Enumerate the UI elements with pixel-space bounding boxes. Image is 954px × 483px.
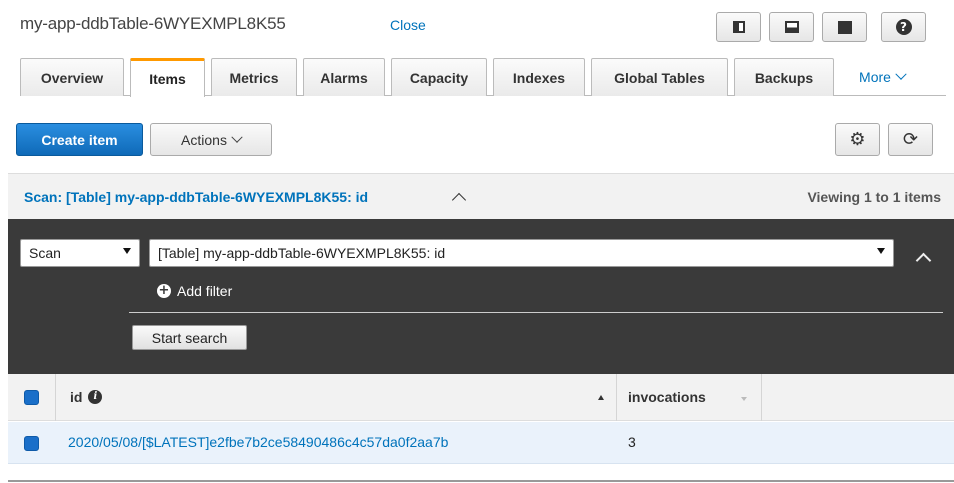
dropdown-arrow-icon	[877, 248, 885, 254]
tab-capacity[interactable]: Capacity	[391, 58, 487, 96]
viewing-count: Viewing 1 to 1 items	[807, 189, 941, 205]
tab-more-label: More	[859, 69, 891, 85]
column-header-invocations-label: invocations	[628, 389, 706, 405]
table-bottom-border	[8, 480, 954, 482]
tab-alarms[interactable]: Alarms	[303, 58, 385, 96]
tab-bar: Overview Items Metrics Alarms Capacity I…	[20, 58, 946, 97]
fullscreen-icon	[837, 20, 852, 34]
column-divider	[616, 374, 617, 421]
split-vertical-icon	[732, 21, 745, 33]
actions-button[interactable]: Actions	[150, 123, 272, 156]
chevron-down-icon	[895, 68, 907, 80]
split-vertical-button[interactable]	[716, 12, 761, 42]
column-header-id-label: id	[70, 389, 83, 405]
tab-overview[interactable]: Overview	[20, 58, 124, 96]
column-divider	[761, 374, 762, 421]
column-divider	[55, 374, 56, 421]
scan-mode-value: Scan	[29, 245, 61, 261]
split-horizontal-button[interactable]	[769, 12, 814, 42]
tab-metrics[interactable]: Metrics	[211, 58, 297, 96]
row-checkbox[interactable]	[24, 436, 39, 451]
add-filter-label: Add filter	[177, 283, 233, 299]
chevron-up-icon[interactable]	[451, 192, 467, 208]
column-header-id[interactable]: id i	[70, 389, 103, 405]
table-header: id i invocations	[8, 374, 954, 421]
divider	[129, 312, 943, 313]
create-item-button[interactable]: Create item	[16, 123, 143, 156]
add-filter-button[interactable]: + Add filter	[157, 283, 232, 299]
invocations-cell: 3	[628, 434, 636, 450]
table-title: my-app-ddbTable-6WYEXMPL8K55	[20, 14, 286, 33]
fullscreen-button[interactable]	[822, 12, 867, 42]
start-search-button[interactable]: Start search	[132, 325, 247, 350]
table-row[interactable]: 2020/05/08/[$LATEST]e2fbe7b2ce58490486c4…	[8, 422, 954, 464]
split-horizontal-icon	[784, 21, 799, 33]
column-header-invocations[interactable]: invocations	[628, 389, 706, 405]
tab-indexes[interactable]: Indexes	[493, 58, 585, 96]
scan-mode-select[interactable]: Scan	[20, 239, 140, 267]
refresh-icon: ⟳	[902, 129, 919, 150]
chevron-down-icon	[231, 131, 243, 143]
settings-button[interactable]: ⚙	[835, 123, 880, 156]
scan-panel: Scan [Table] my-app-ddbTable-6WYEXMPL8K5…	[8, 219, 954, 374]
help-button[interactable]: ?	[881, 12, 926, 42]
tab-global-tables[interactable]: Global Tables	[591, 58, 728, 96]
tab-more[interactable]: More	[842, 58, 922, 96]
select-all-checkbox[interactable]	[24, 390, 39, 405]
actions-label: Actions	[181, 131, 227, 148]
scan-title[interactable]: Scan: [Table] my-app-ddbTable-6WYEXMPL8K…	[24, 189, 368, 205]
refresh-button[interactable]: ⟳	[888, 123, 933, 156]
tab-backups[interactable]: Backups	[734, 58, 834, 96]
item-id-link[interactable]: 2020/05/08/[$LATEST]e2fbe7b2ce58490486c4…	[68, 434, 448, 450]
help-icon: ?	[895, 19, 912, 35]
scan-target-select[interactable]: [Table] my-app-ddbTable-6WYEXMPL8K55: id	[149, 239, 894, 267]
sort-ascending-icon[interactable]	[598, 395, 604, 400]
close-link[interactable]: Close	[390, 17, 426, 33]
info-icon[interactable]: i	[88, 390, 103, 404]
scan-header: Scan: [Table] my-app-ddbTable-6WYEXMPL8K…	[8, 173, 954, 219]
dropdown-arrow-icon	[123, 248, 131, 254]
sort-icon[interactable]	[741, 397, 747, 401]
scan-target-value: [Table] my-app-ddbTable-6WYEXMPL8K55: id	[158, 245, 446, 261]
gear-icon: ⚙	[849, 129, 866, 150]
collapse-panel-icon[interactable]	[915, 252, 932, 269]
plus-circle-icon: +	[157, 283, 171, 298]
view-layout-buttons: ?	[716, 12, 926, 42]
tab-items[interactable]: Items	[130, 58, 205, 97]
